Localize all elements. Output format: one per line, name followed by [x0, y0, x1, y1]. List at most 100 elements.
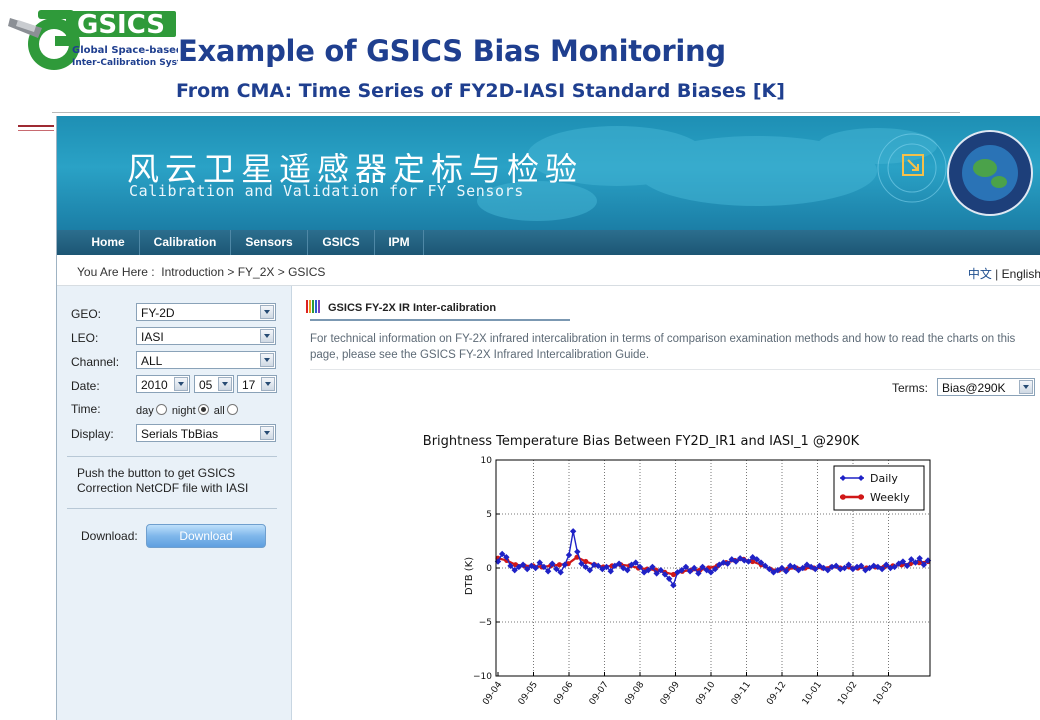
x-tick-label: 09-12	[765, 680, 788, 707]
chevron-down-icon	[261, 377, 275, 391]
chart-title: Brightness Temperature Bias Between FY2D…	[423, 434, 860, 449]
x-tick-label: 09-06	[552, 680, 575, 707]
daily-series-point	[569, 528, 577, 535]
chevron-down-icon	[218, 377, 232, 391]
terms-label: Terms:	[892, 381, 928, 395]
y-tick-label: 5	[486, 510, 492, 520]
time-day-radio[interactable]	[155, 404, 167, 415]
chart-y-axis-label: DTB (K)	[464, 557, 475, 595]
banner-title-en: Calibration and Validation for FY Sensor…	[129, 182, 524, 200]
x-tick-label: 09-10	[694, 680, 717, 707]
geo-label: GEO:	[71, 307, 102, 321]
x-tick-label: 09-11	[730, 680, 753, 707]
daily-series-point	[574, 548, 581, 555]
time-all-radio[interactable]	[226, 404, 238, 415]
chevron-down-icon	[260, 426, 274, 440]
breadcrumb-fy2x[interactable]: FY_2X	[238, 265, 275, 279]
time-label: Time:	[71, 402, 101, 416]
chevron-down-icon	[260, 305, 274, 319]
x-tick-label: 10-01	[801, 680, 824, 707]
nav-ipm[interactable]: IPM	[375, 230, 424, 255]
x-tick-label: 09-09	[659, 680, 682, 707]
nav-home[interactable]: Home	[77, 230, 140, 255]
chevron-down-icon	[260, 329, 274, 343]
time-day-label: day	[136, 405, 154, 417]
lang-separator: |	[995, 267, 999, 281]
leo-select[interactable]: IASI	[136, 327, 276, 345]
main-panel: GSICS FY-2X IR Inter-calibration For tec…	[292, 286, 1040, 720]
display-select[interactable]: Serials TbBias	[136, 424, 276, 442]
channel-select[interactable]: ALL	[136, 351, 276, 369]
site-banner: 风云卫星遥感器定标与检验 Calibration and Validation …	[57, 116, 1040, 230]
gsics-logo: GSICS Global Space-based Inter-Calibrati…	[8, 10, 178, 70]
header-rule	[52, 112, 960, 113]
cursor-icon	[902, 154, 924, 176]
date-day-select[interactable]: 17	[237, 375, 277, 393]
slide-subtitle: From CMA: Time Series of FY2D-IASI Stand…	[176, 80, 785, 102]
date-label: Date:	[71, 379, 100, 393]
y-tick-label: −5	[479, 618, 492, 628]
breadcrumb-separator: >	[277, 265, 285, 279]
nav-sensors[interactable]: Sensors	[231, 230, 308, 255]
query-sidebar: GEO: FY-2D LEO: IASI Channel: ALL Date: …	[57, 286, 292, 720]
time-options: day night all	[136, 404, 240, 417]
language-switch: 中文 | English	[968, 265, 1040, 282]
time-night-radio[interactable]	[197, 404, 209, 415]
breadcrumb-gsics: GSICS	[288, 265, 326, 279]
chevron-down-icon	[1019, 380, 1033, 394]
chevron-down-icon	[260, 353, 274, 367]
date-month-select[interactable]: 05	[194, 375, 234, 393]
x-tick-label: 09-07	[588, 680, 611, 707]
chevron-down-icon	[174, 377, 188, 391]
display-label: Display:	[71, 427, 114, 441]
panel-title-underline	[310, 319, 570, 321]
nav-gsics[interactable]: GSICS	[308, 230, 375, 255]
download-label: Download:	[81, 529, 138, 543]
y-tick-label: −10	[473, 672, 492, 682]
info-divider	[310, 369, 1040, 370]
y-tick-label: 0	[486, 564, 492, 574]
accent-bar-thin	[18, 130, 54, 131]
y-tick-label: 10	[481, 456, 493, 466]
terms-select[interactable]: Bias@290K	[937, 378, 1035, 396]
breadcrumb-separator: >	[227, 265, 235, 279]
weekly-series-point	[556, 562, 563, 568]
slide-title: Example of GSICS Bias Monitoring	[178, 34, 726, 68]
x-tick-label: 09-05	[517, 680, 540, 707]
breadcrumb-prefix: You Are Here :	[77, 265, 155, 279]
logo-text: GSICS	[77, 10, 165, 40]
x-tick-label: 09-04	[481, 680, 504, 707]
panel-title: GSICS FY-2X IR Inter-calibration	[328, 302, 497, 314]
x-tick-label: 09-08	[623, 680, 646, 707]
daily-series-line	[497, 531, 929, 587]
sidebar-divider	[67, 456, 277, 457]
download-button[interactable]: Download	[146, 524, 266, 548]
nav-calibration[interactable]: Calibration	[140, 230, 231, 255]
legend-marker	[858, 494, 864, 500]
time-all-label: all	[213, 405, 225, 417]
lang-chinese-link[interactable]: 中文	[968, 267, 992, 281]
date-year-select[interactable]: 2010	[136, 375, 190, 393]
channel-label: Channel:	[71, 355, 120, 369]
time-night-label: night	[171, 405, 196, 417]
wmo-emblem-icon	[947, 130, 1033, 216]
bar-chart-icon	[306, 300, 320, 313]
accent-bar	[18, 125, 54, 127]
info-text: For technical information on FY-2X infra…	[310, 333, 1016, 361]
logo-sub1: Global Space-based	[72, 45, 178, 56]
website-screenshot: 风云卫星遥感器定标与检验 Calibration and Validation …	[56, 116, 1040, 720]
logo-sub2: Inter-Calibration System	[72, 58, 178, 68]
daily-series-point	[565, 551, 573, 559]
legend-marker	[840, 494, 846, 500]
geo-select[interactable]: FY-2D	[136, 303, 276, 321]
lang-english-link[interactable]: English	[1002, 267, 1040, 281]
bias-time-series-chart: Brightness Temperature Bias Between FY2D…	[423, 434, 932, 707]
main-nav: Home Calibration Sensors GSICS IPM	[57, 230, 1040, 255]
x-tick-label: 10-03	[872, 680, 895, 707]
legend-label: Weekly	[870, 491, 910, 504]
leo-label: LEO:	[71, 331, 99, 345]
chart-legend: Daily Weekly	[833, 465, 925, 511]
breadcrumb-introduction[interactable]: Introduction	[161, 265, 224, 279]
breadcrumb: You Are Here : Introduction > FY_2X > GS…	[57, 255, 1040, 286]
legend-label: Daily	[870, 472, 898, 485]
